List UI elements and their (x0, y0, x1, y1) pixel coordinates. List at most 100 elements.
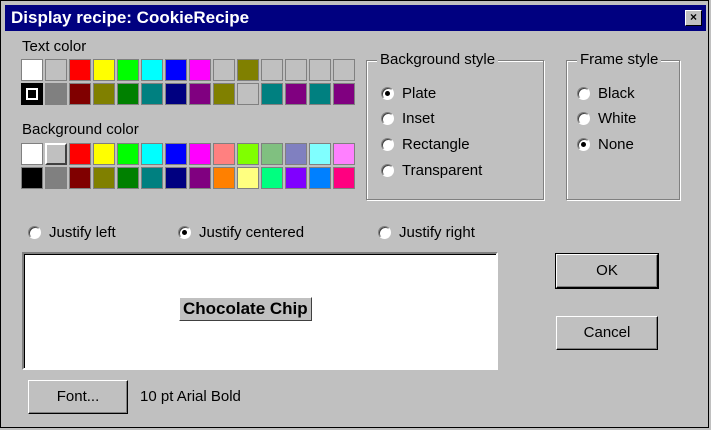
background-color-swatch[interactable] (213, 143, 235, 165)
text-color-swatch[interactable] (165, 59, 187, 81)
background-color-swatch[interactable] (45, 167, 67, 189)
background-color-swatch[interactable] (189, 143, 211, 165)
background-color-swatch[interactable] (237, 143, 259, 165)
justify-left-label: Justify left (49, 224, 116, 241)
frame-none-radio[interactable]: None (577, 136, 634, 153)
cancel-button[interactable]: Cancel (556, 316, 658, 350)
background-color-swatch[interactable] (141, 143, 163, 165)
background-color-swatch[interactable] (333, 143, 355, 165)
text-color-swatch[interactable] (309, 59, 331, 81)
bg-style-transparent-radio[interactable]: Transparent (381, 162, 482, 179)
radio-dot-icon (378, 226, 391, 239)
frame-black-radio[interactable]: Black (577, 85, 635, 102)
background-color-swatch[interactable] (93, 167, 115, 189)
window-title: Display recipe: CookieRecipe (11, 8, 250, 27)
text-color-swatch[interactable] (309, 83, 331, 105)
text-color-swatch[interactable] (69, 83, 91, 105)
text-color-swatch[interactable] (213, 59, 235, 81)
background-color-swatch[interactable] (285, 167, 307, 189)
radio-dot-icon (381, 164, 394, 177)
radio-dot-icon (577, 87, 590, 100)
preview-panel: Chocolate Chip (22, 252, 498, 370)
text-color-swatch[interactable] (285, 83, 307, 105)
text-color-swatch[interactable] (261, 83, 283, 105)
bg-style-transparent-label: Transparent (402, 162, 483, 179)
justify-centered-radio[interactable]: Justify centered (178, 224, 304, 241)
text-color-swatch[interactable] (165, 83, 187, 105)
text-color-swatch[interactable] (189, 83, 211, 105)
background-color-swatch[interactable] (285, 143, 307, 165)
justify-centered-label: Justify centered (199, 224, 305, 241)
bg-style-inset-radio[interactable]: Inset (381, 110, 435, 127)
preview-label: Chocolate Chip (179, 297, 312, 321)
background-color-swatch[interactable] (261, 167, 283, 189)
text-color-swatch[interactable] (333, 83, 355, 105)
text-color-swatch[interactable] (237, 83, 259, 105)
background-color-swatch[interactable] (21, 167, 43, 189)
background-style-title: Background style (377, 51, 499, 68)
radio-dot-icon (577, 112, 590, 125)
frame-style-group: Frame style Black White None (566, 51, 680, 200)
background-color-swatch[interactable] (309, 167, 331, 189)
bg-style-rectangle-radio[interactable]: Rectangle (381, 136, 470, 153)
text-color-swatch[interactable] (141, 83, 163, 105)
font-button[interactable]: Font... (28, 380, 128, 414)
background-color-swatch[interactable] (93, 143, 115, 165)
bg-style-inset-label: Inset (402, 110, 435, 127)
text-color-palette (21, 59, 357, 107)
background-color-swatch[interactable] (69, 167, 91, 189)
text-color-swatch[interactable] (117, 59, 139, 81)
background-color-swatch[interactable] (117, 167, 139, 189)
radio-dot-icon (381, 138, 394, 151)
bg-style-plate-label: Plate (402, 85, 437, 102)
background-color-swatch[interactable] (117, 143, 139, 165)
text-color-swatch[interactable] (93, 83, 115, 105)
bg-style-plate-radio[interactable]: Plate (381, 85, 436, 102)
text-color-swatch[interactable] (237, 59, 259, 81)
title-bar[interactable]: Display recipe: CookieRecipe × (5, 5, 706, 31)
justify-right-label: Justify right (399, 224, 475, 241)
frame-white-radio[interactable]: White (577, 110, 636, 127)
text-color-label: Text color (22, 38, 87, 55)
close-icon[interactable]: × (685, 10, 702, 26)
frame-black-label: Black (598, 85, 635, 102)
text-color-swatch[interactable] (213, 83, 235, 105)
background-color-label: Background color (22, 121, 139, 138)
background-color-swatch[interactable] (45, 143, 67, 165)
background-color-swatch[interactable] (213, 167, 235, 189)
text-color-swatch[interactable] (93, 59, 115, 81)
radio-dot-icon (28, 226, 41, 239)
radio-dot-icon (178, 226, 191, 239)
background-color-swatch[interactable] (165, 167, 187, 189)
text-color-swatch[interactable] (45, 59, 67, 81)
background-color-swatch[interactable] (333, 167, 355, 189)
background-color-swatch[interactable] (309, 143, 331, 165)
text-color-swatch[interactable] (21, 83, 43, 105)
text-color-swatch[interactable] (21, 59, 43, 81)
ok-button[interactable]: OK (555, 253, 659, 289)
text-color-swatch[interactable] (333, 59, 355, 81)
radio-dot-icon (381, 87, 394, 100)
radio-dot-icon (577, 138, 590, 151)
background-color-swatch[interactable] (69, 143, 91, 165)
text-color-swatch[interactable] (45, 83, 67, 105)
background-color-swatch[interactable] (261, 143, 283, 165)
text-color-swatch[interactable] (141, 59, 163, 81)
background-color-palette (21, 143, 357, 191)
background-color-swatch[interactable] (165, 143, 187, 165)
frame-none-label: None (598, 136, 634, 153)
text-color-swatch[interactable] (189, 59, 211, 81)
text-color-swatch[interactable] (285, 59, 307, 81)
background-color-swatch[interactable] (21, 143, 43, 165)
text-color-swatch[interactable] (69, 59, 91, 81)
bg-style-rectangle-label: Rectangle (402, 136, 470, 153)
justify-left-radio[interactable]: Justify left (28, 224, 116, 241)
justify-right-radio[interactable]: Justify right (378, 224, 475, 241)
background-color-swatch[interactable] (189, 167, 211, 189)
frame-style-title: Frame style (577, 51, 662, 68)
background-color-swatch[interactable] (141, 167, 163, 189)
background-color-swatch[interactable] (237, 167, 259, 189)
text-color-swatch[interactable] (261, 59, 283, 81)
frame-white-label: White (598, 110, 637, 127)
text-color-swatch[interactable] (117, 83, 139, 105)
